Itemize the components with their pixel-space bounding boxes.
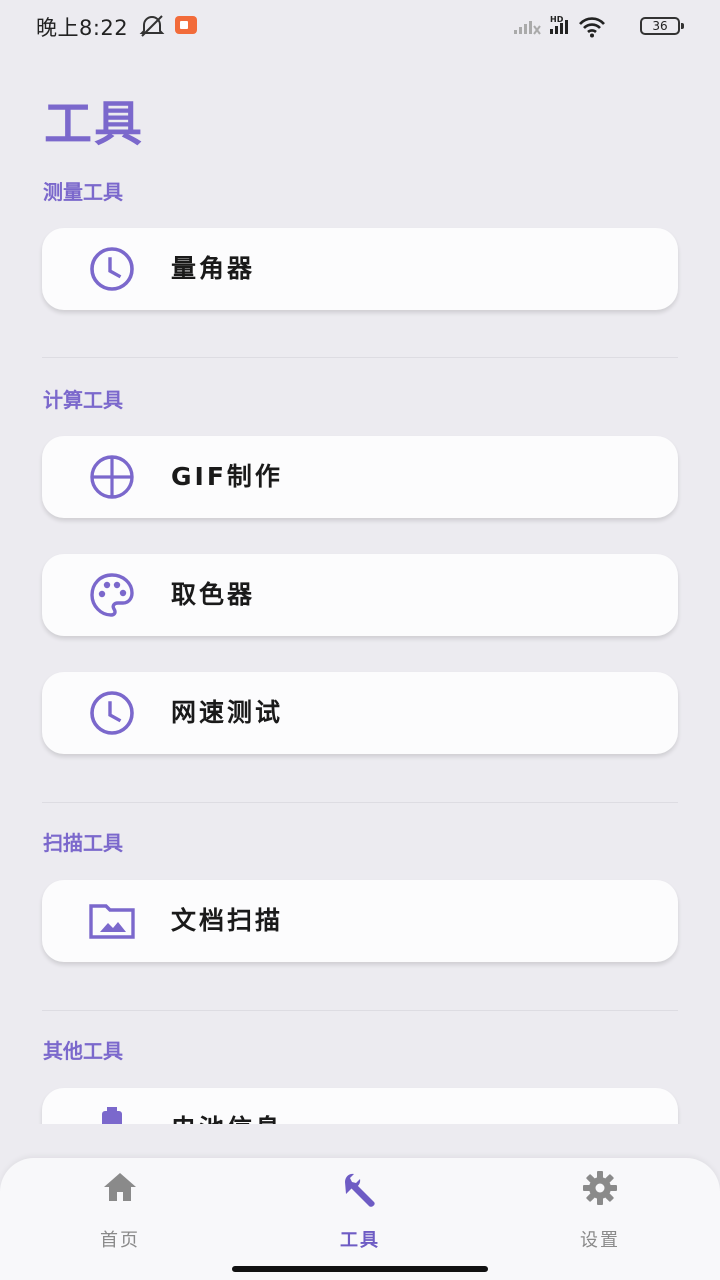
crosshair-circle-icon [88, 454, 136, 500]
section-divider [42, 802, 678, 803]
tool-card-label: 网速测试 [171, 698, 284, 727]
folder-image-icon [88, 898, 136, 944]
nav-item-settings[interactable]: 设置 [480, 1158, 720, 1258]
tool-card-speed-test[interactable]: 网速测试 [42, 672, 678, 754]
page-title: 工具 [44, 96, 145, 152]
battery-icon [88, 1106, 136, 1124]
tool-card-label: 电池信息 [171, 1088, 283, 1124]
home-icon [0, 1170, 240, 1206]
tool-card-protractor[interactable]: 量角器 [42, 228, 678, 310]
tool-card-label: 量角器 [171, 254, 256, 283]
tool-card-color-picker[interactable]: 取色器 [42, 554, 678, 636]
section-title-other: 其他工具 [43, 1039, 123, 1063]
home-indicator[interactable] [232, 1266, 488, 1272]
section-divider [42, 357, 678, 358]
bottom-navigation: 首页 工具 设置 [0, 1158, 720, 1280]
wrench-icon [240, 1170, 480, 1207]
palette-icon [88, 572, 136, 618]
tool-card-label: 取色器 [171, 580, 256, 609]
section-title-measure: 测量工具 [43, 180, 123, 204]
content-scroll-area[interactable]: 工具 测量工具 量角器 计算工具 GIF制作 取色器 网速测试 扫描工具 文档扫… [0, 0, 720, 1124]
tool-card-label: 文档扫描 [171, 906, 284, 935]
section-title-scan: 扫描工具 [43, 831, 123, 855]
nav-label: 首页 [100, 1230, 140, 1251]
section-title-calculate: 计算工具 [43, 388, 123, 412]
nav-item-tools[interactable]: 工具 [240, 1158, 480, 1258]
clock-icon [88, 690, 136, 736]
clock-icon [88, 246, 136, 292]
nav-label: 工具 [340, 1230, 380, 1251]
section-divider [42, 1010, 678, 1011]
nav-label: 设置 [580, 1230, 620, 1251]
tool-card-label: GIF制作 [171, 462, 283, 491]
nav-item-home[interactable]: 首页 [0, 1158, 240, 1258]
tool-card-document-scan[interactable]: 文档扫描 [42, 880, 678, 962]
gear-icon [480, 1170, 720, 1206]
tool-card-gif-maker[interactable]: GIF制作 [42, 436, 678, 518]
tool-card-battery-info[interactable]: 电池信息 [42, 1088, 678, 1124]
